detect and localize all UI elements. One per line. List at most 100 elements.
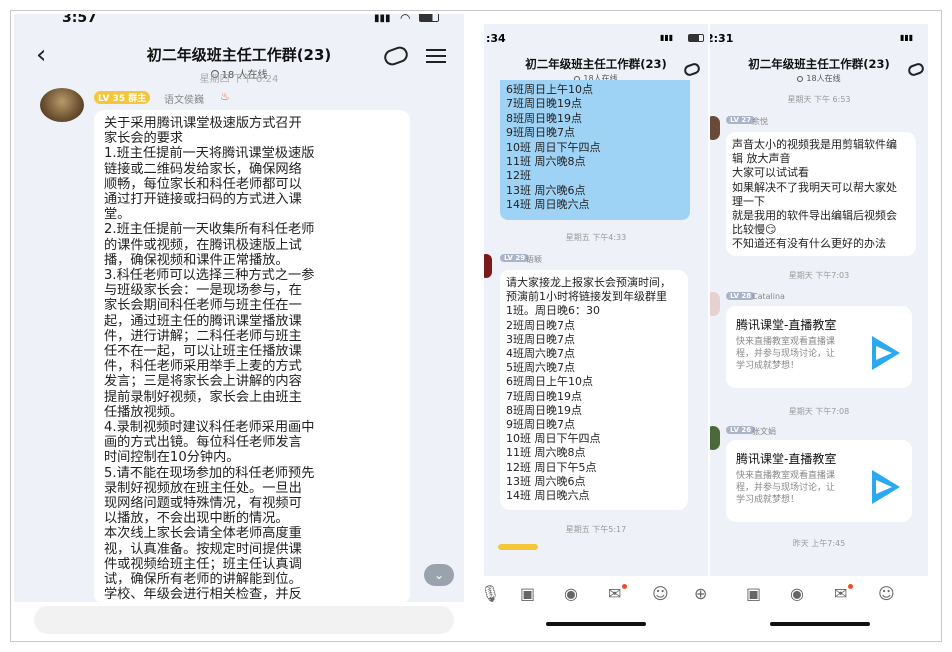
- quoted-message-bubble[interactable]: 6班周日上午10点 7班周日晚19点 8班周日晚19点 9班周日晚7点 10班 周日下午…: [500, 80, 690, 220]
- image-icon[interactable]: ▣: [520, 584, 535, 603]
- message-line: 6班周日上午10点: [506, 83, 593, 96]
- card-title: 腾讯课堂-直播教室: [736, 452, 837, 466]
- message-line: 家长会期间科任老师与班主任在一: [104, 298, 302, 314]
- card-description-line: 程，并参与现场讨论，让: [736, 349, 836, 359]
- timestamp: 星期天 下午 6:53: [787, 95, 851, 104]
- message-line: 7班周日晚19点: [506, 97, 582, 111]
- sender-avatar[interactable]: [710, 292, 720, 316]
- message-line: 2班周日晚7点: [506, 318, 575, 332]
- camera-icon[interactable]: ◉: [564, 584, 578, 603]
- message-line: 13班 周六晚6点: [506, 183, 586, 197]
- message-line: 本次线上家长会请全体老师高度重: [104, 526, 302, 542]
- card-description-line: 学习成就梦想！: [736, 495, 800, 505]
- composer-bar: [14, 602, 464, 638]
- sender-avatar[interactable]: [484, 254, 492, 278]
- message-line: 的课件或视频，在腾讯极速版上试: [104, 237, 302, 253]
- camera-icon[interactable]: ◉: [790, 584, 804, 603]
- timestamp: 星期天 下午7:08: [788, 407, 850, 416]
- status-time: :34: [486, 32, 506, 45]
- sender-name: 语文侯巍: [164, 95, 204, 106]
- message-line: 8班周日晚19点: [506, 403, 582, 417]
- redpacket-icon[interactable]: ✉: [834, 584, 847, 603]
- emoji-icon[interactable]: ☺: [878, 584, 895, 603]
- image-icon[interactable]: ▣: [746, 584, 761, 603]
- message-line: 链接或二维码发给家长，确保网络: [104, 161, 302, 177]
- message-line: 14班 周日晚六点: [506, 198, 590, 212]
- message-line: 件，科任老师采用举手上麦的方式: [104, 359, 302, 375]
- redpacket-icon[interactable]: ✉: [608, 584, 621, 603]
- message-line: 家长会的要求: [104, 131, 184, 147]
- card-description: 快来直播教室观看直播课 程，并参与现场讨论，让 学习成就梦想！: [736, 470, 835, 506]
- message-text: 请大家接龙上报家长会预演时间， 预演前1小时将链接发到年级群里 1班。周日晚6：30…: [506, 276, 682, 503]
- voice-icon[interactable]: 🎙: [484, 584, 500, 603]
- message-line: 现网络问题或特殊情况，有视频可: [104, 496, 302, 512]
- message-line: 11班 周六晚8点: [506, 446, 586, 460]
- sender-name: 余悦: [752, 117, 768, 126]
- card-description-line: 程，并参与现场讨论，让: [736, 483, 836, 493]
- message-line: 时间控制在10分钟内。: [104, 450, 240, 466]
- card-description: 快来直播教室观看直播课 程，并参与现场讨论，让 学习成就梦想！: [736, 336, 835, 372]
- live-class-card[interactable]: 腾讯课堂-直播教室 快来直播教室观看直播课 程，并参与现场讨论，让 学习成就梦想！: [726, 440, 912, 522]
- message-line: 堂。: [104, 207, 131, 223]
- card-description-line: 快来直播教室观看直播课: [736, 337, 836, 347]
- message-line: 起，通过班主任的腾讯课堂播放课: [104, 313, 302, 329]
- card-description-line: 快来直播教室观看直播课: [736, 471, 836, 481]
- tencent-classroom-icon: [872, 336, 900, 370]
- next-sender-badge: [498, 544, 538, 550]
- scroll-down-button[interactable]: ⌄: [424, 564, 454, 586]
- live-class-card[interactable]: 腾讯课堂-直播教室 快来直播教室观看直播课 程，并参与现场讨论，让 学习成就梦想！: [726, 306, 912, 388]
- notify-dot: [848, 584, 853, 589]
- online-count: 18人在线: [710, 73, 928, 84]
- clock-icon: [797, 75, 804, 82]
- message-line: 4.录制视频时建议科任老师采用画中: [104, 420, 315, 436]
- message-line: 任不在一起，可以让班主任播放课: [104, 344, 302, 360]
- menu-icon[interactable]: [426, 49, 446, 63]
- message-line: 顺畅，每位家长和科任老师都可以: [104, 176, 302, 192]
- toolbar: ▣ ◉ ✉ ☺: [710, 576, 928, 628]
- sender-avatar[interactable]: [40, 88, 84, 122]
- message-line: 关于采用腾讯课堂极速版方式召开: [104, 116, 302, 131]
- message-line: 3班周日晚7点: [506, 332, 575, 346]
- message-line: 辑 放大声音: [732, 152, 791, 166]
- message-line: 画的方式出镜。每位科任老师发言: [104, 435, 302, 451]
- message-line: 件，进行讲解；二科任老师与班主: [104, 328, 302, 344]
- home-indicator: [770, 622, 870, 626]
- message-bubble[interactable]: 请大家接龙上报家长会预演时间， 预演前1小时将链接发到年级群里 1班。周日晚6：30…: [500, 270, 688, 510]
- message-bubble[interactable]: 关于采用腾讯课堂极速版方式召开 家长会的要求 1.班主任提前一天将腾讯课堂极速版 链接…: [94, 110, 410, 618]
- group-title: 初二年级班主任工作群(23): [748, 57, 890, 71]
- fire-icon: ♨: [220, 90, 230, 103]
- sender-avatar[interactable]: [710, 116, 720, 140]
- chat-panel-left: 3:57 ▮▮▮ ◠ ‹ 初二年级班主任工作群(23) 18 人在线 星期四 下…: [14, 14, 464, 638]
- message-line: 与班级家长会：一是现场参与，在: [104, 283, 302, 299]
- message-line: 预演前1小时将链接发到年级群里: [506, 290, 667, 304]
- timestamp: 昨天 上午7:45: [792, 539, 846, 548]
- message-line: 声音太小的视频我是用剪辑软件编: [732, 138, 897, 151]
- message-line: 录制好视频放在班主任处。一旦出: [104, 480, 302, 496]
- message-line: 9班周日晚7点: [506, 418, 575, 432]
- emoji-icon[interactable]: ☺: [652, 584, 669, 603]
- message-line: 发言；三是将家长会上讲解的内容: [104, 374, 302, 390]
- message-input[interactable]: [34, 606, 454, 634]
- plus-icon[interactable]: ⊕: [694, 584, 707, 603]
- level-badge: LV 28: [726, 292, 756, 300]
- card-title: 腾讯课堂-直播教室: [736, 318, 837, 332]
- message-line: 14班 周日晚六点: [506, 489, 590, 503]
- timestamp: 星期四 下午 6:24: [199, 74, 279, 85]
- status-time: 2:31: [710, 32, 734, 45]
- message-bubble[interactable]: 声音太小的视频我是用剪辑软件编辑 放大声音 大家可以试试看 如果解决不了我明天可以帮…: [726, 132, 916, 256]
- chat-panel-right: 2:31 ▮▮▮ 初二年级班主任工作群(23) 18人在线 星期天 下午 6:5…: [710, 24, 928, 628]
- message-line: 学校、年级会进行相关检查，并反: [104, 587, 302, 603]
- battery-icon: [688, 34, 704, 42]
- signal-icon: ▮▮▮: [660, 33, 674, 42]
- message-line: 理一下: [732, 194, 765, 208]
- message-line: 12班 周日下午5点: [506, 460, 597, 474]
- signal-icon: ▮▮▮: [900, 33, 914, 42]
- owner-level-badge: LV 35 群主: [94, 91, 151, 104]
- message-line: 1班。周日晚6：30: [506, 304, 600, 318]
- tencent-classroom-icon: [872, 470, 900, 504]
- sender-name: Catalina: [752, 292, 785, 301]
- chat-panel-middle: :34 ▮▮▮ 初二年级班主任工作群(23) 18人在线 6班周日上午10点 7班…: [484, 24, 708, 628]
- message-line: 以播放，不会出现中断的情况。: [104, 511, 289, 527]
- sender-avatar[interactable]: [710, 426, 720, 450]
- level-badge: LV 27: [726, 116, 756, 124]
